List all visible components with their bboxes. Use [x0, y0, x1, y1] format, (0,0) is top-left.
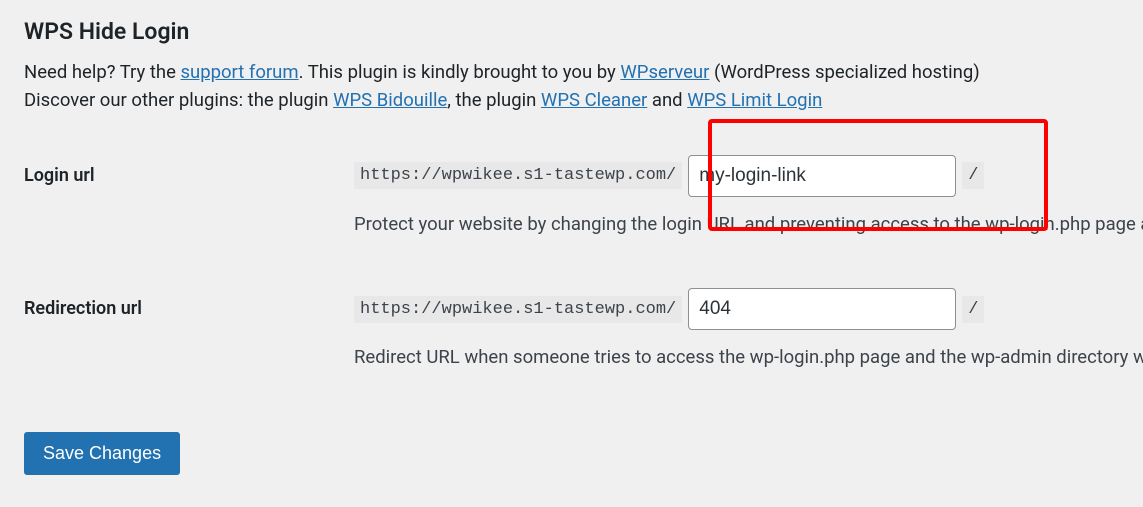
redirection-url-input-row: https://wpwikee.s1-tastewp.com/ / — [354, 288, 1143, 330]
login-url-row: Login url https://wpwikee.s1-tastewp.com… — [24, 155, 1143, 239]
login-url-field: https://wpwikee.s1-tastewp.com/ / Protec… — [354, 155, 1143, 239]
the-plugin-1: , the plugin — [447, 89, 541, 111]
wpserveur-link[interactable]: WPserveur — [620, 61, 709, 83]
wps-cleaner-link[interactable]: WPS Cleaner — [541, 89, 647, 111]
redirection-url-description: Redirect URL when someone tries to acces… — [354, 344, 1143, 372]
login-url-label: Login url — [24, 155, 354, 186]
wps-bidouille-link[interactable]: WPS Bidouille — [333, 89, 447, 111]
redirection-url-row: Redirection url https://wpwikee.s1-taste… — [24, 288, 1143, 372]
redirection-url-label: Redirection url — [24, 288, 354, 319]
and-text: and — [647, 89, 687, 111]
redirection-base-url: https://wpwikee.s1-tastewp.com/ — [354, 296, 682, 323]
login-url-description: Protect your website by changing the log… — [354, 211, 1143, 239]
login-url-input-row: https://wpwikee.s1-tastewp.com/ / — [354, 155, 1143, 197]
intro-text: Need help? Try the support forum. This p… — [24, 59, 1143, 115]
redirection-trailing-slash: / — [962, 296, 984, 323]
redirection-url-input[interactable] — [688, 288, 956, 330]
save-changes-button[interactable]: Save Changes — [24, 432, 180, 475]
intro-help-prefix: Need help? Try the — [24, 61, 180, 83]
discover-prefix: Discover our other plugins: the plugin — [24, 89, 333, 111]
intro-brought-by: . This plugin is kindly brought to you b… — [299, 61, 621, 83]
login-base-url: https://wpwikee.s1-tastewp.com/ — [354, 162, 682, 189]
login-trailing-slash: / — [962, 162, 984, 189]
wps-limit-login-link[interactable]: WPS Limit Login — [687, 89, 822, 111]
wpserveur-suffix: (WordPress specialized hosting) — [709, 61, 979, 83]
login-url-input[interactable] — [688, 155, 956, 197]
settings-form: Login url https://wpwikee.s1-tastewp.com… — [24, 155, 1143, 373]
redirection-url-field: https://wpwikee.s1-tastewp.com/ / Redire… — [354, 288, 1143, 372]
support-forum-link[interactable]: support forum — [180, 61, 298, 83]
section-heading: WPS Hide Login — [24, 18, 1143, 45]
